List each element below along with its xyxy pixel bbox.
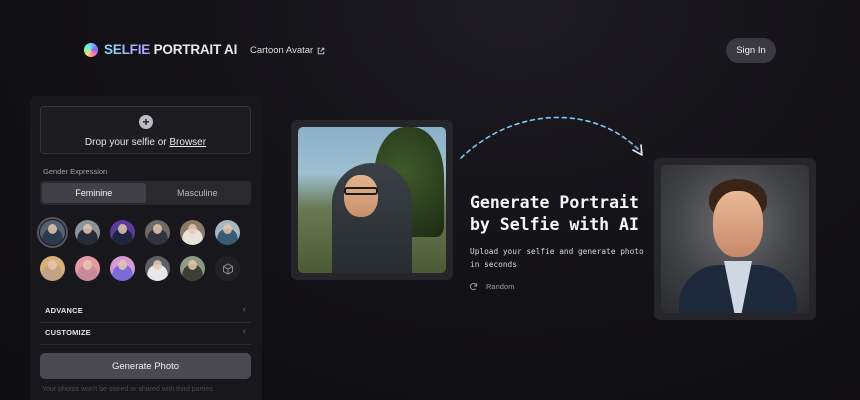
logo-text-highlight: SELFIE (104, 42, 151, 57)
chevron-left-icon: ‹ (242, 304, 246, 314)
generator-panel: + Drop your selfie or Browser Gender Exp… (30, 96, 262, 400)
browse-link[interactable]: Browser (169, 137, 206, 148)
external-link-icon (317, 47, 325, 54)
upload-dropzone[interactable]: + Drop your selfie or Browser (40, 106, 251, 154)
customize-label: CUSTOMIZE (45, 328, 91, 337)
face-shape (344, 175, 378, 217)
generate-photo-button[interactable]: Generate Photo (40, 353, 251, 379)
gender-toggle: Feminine Masculine (40, 181, 251, 205)
gender-expression-label: Gender Expression (43, 167, 108, 176)
hero-title: Generate Portrait by Selfie with AI (470, 192, 639, 236)
random-button[interactable]: Random (469, 282, 514, 291)
hero-title-line-1: Generate Portrait (470, 193, 639, 212)
privacy-note: Your photos won't be stored or shared wi… (42, 386, 213, 393)
refresh-icon (469, 282, 478, 291)
style-avatar[interactable] (180, 220, 205, 245)
chevron-left-icon: ‹ (242, 326, 246, 336)
dropzone-text: Drop your selfie or Browser (41, 137, 250, 148)
style-avatar[interactable] (75, 256, 100, 281)
plus-icon: + (139, 115, 153, 129)
cube-icon (222, 262, 233, 275)
style-avatar[interactable] (75, 220, 100, 245)
logo[interactable]: SELFIE PORTRAIT AI (84, 42, 237, 57)
style-avatar[interactable] (180, 256, 205, 281)
logo-text: SELFIE PORTRAIT AI (104, 42, 237, 57)
style-avatar[interactable] (145, 220, 170, 245)
random-label: Random (486, 282, 515, 291)
selfie-example-card (291, 120, 453, 280)
portrait-result-card (654, 158, 816, 320)
dropzone-prefix: Drop your selfie or (84, 137, 170, 148)
advance-section-toggle[interactable]: ADVANCE ‹ (45, 304, 246, 315)
portrait-result-image (661, 165, 809, 313)
style-avatar[interactable] (110, 256, 135, 281)
customize-section-toggle[interactable]: CUSTOMIZE ‹ (45, 326, 246, 337)
sign-in-button[interactable]: Sign In (726, 38, 776, 63)
glasses-shape (344, 187, 378, 195)
logo-text-rest: PORTRAIT AI (150, 42, 238, 57)
hero-title-line-2: by Selfie with AI (470, 215, 639, 234)
gender-option-feminine[interactable]: Feminine (42, 183, 146, 203)
logo-icon (84, 42, 98, 57)
hero-subtitle: Upload your selfie and generate photo in… (470, 247, 644, 269)
style-avatar-grid (37, 217, 251, 281)
style-avatar[interactable] (110, 220, 135, 245)
style-avatar[interactable] (37, 217, 68, 248)
selfie-example-image (298, 127, 446, 273)
divider (40, 344, 251, 345)
custom-style-button[interactable] (215, 256, 240, 281)
face-shape (713, 191, 763, 257)
advance-label: ADVANCE (45, 306, 83, 315)
style-avatar[interactable] (145, 256, 170, 281)
style-avatar[interactable] (40, 256, 65, 281)
nav-link-cartoon-avatar[interactable]: Cartoon Avatar (250, 45, 325, 56)
gender-option-masculine[interactable]: Masculine (146, 183, 250, 203)
nav-link-label: Cartoon Avatar (250, 45, 314, 56)
divider (40, 322, 251, 323)
style-avatar[interactable] (215, 220, 240, 245)
dashed-arrow-icon (460, 116, 643, 159)
